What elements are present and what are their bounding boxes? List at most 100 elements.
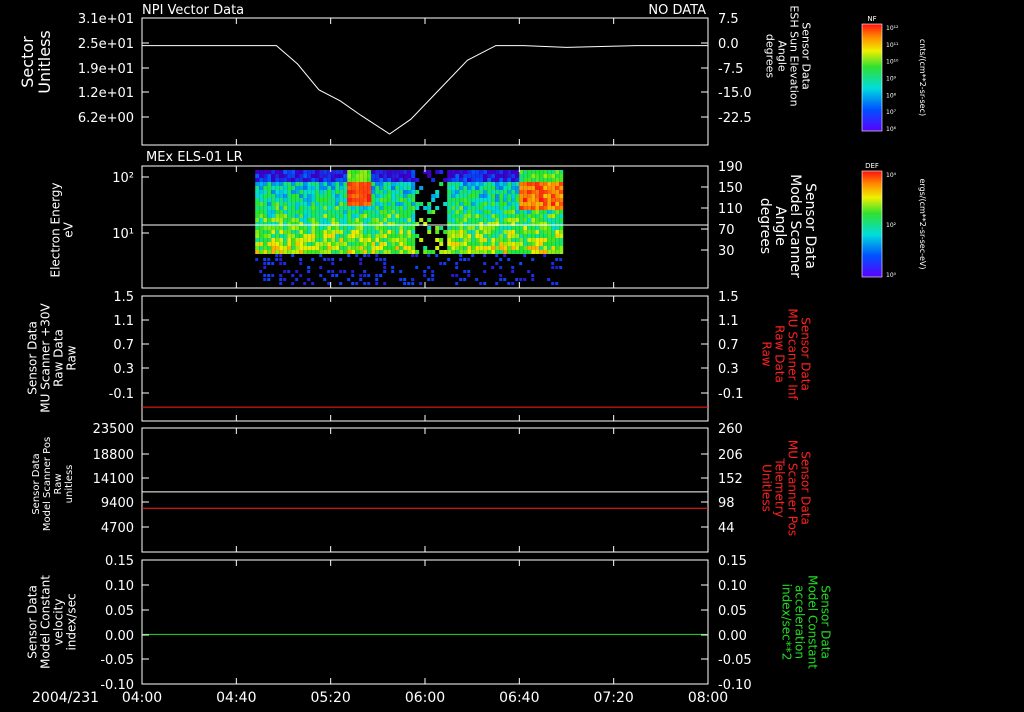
spectrogram-cell bbox=[499, 202, 504, 206]
spectrogram-cell bbox=[371, 242, 376, 246]
spectrogram-cell bbox=[315, 174, 320, 178]
spectrogram-cell bbox=[347, 246, 352, 250]
spectrogram-cell bbox=[527, 246, 532, 250]
spectrogram-cell bbox=[347, 250, 352, 254]
spectrogram-cell bbox=[331, 258, 335, 261]
spectrogram-cell bbox=[299, 194, 304, 198]
spectrogram-cell bbox=[363, 242, 368, 246]
spectrogram-cell bbox=[299, 242, 304, 246]
spectrogram-cell bbox=[399, 174, 404, 178]
spectrogram-cell bbox=[291, 210, 296, 214]
spectrogram-cell bbox=[539, 190, 544, 194]
spectrogram-cell bbox=[467, 206, 472, 210]
spectrogram-cell bbox=[355, 178, 360, 182]
spectrogram-cell bbox=[435, 190, 440, 194]
spectrogram-cell bbox=[547, 198, 552, 202]
spectrogram-cell bbox=[523, 250, 528, 254]
spectrogram-cell bbox=[407, 218, 412, 222]
spectrogram-cell bbox=[395, 238, 400, 242]
right-tick-label: 30 bbox=[718, 244, 735, 259]
spectrogram-cell bbox=[379, 194, 384, 198]
spectrogram-cell bbox=[287, 186, 292, 190]
spectrogram-cell bbox=[275, 202, 280, 206]
spectrogram-cell bbox=[555, 282, 559, 285]
spectrogram-cell bbox=[343, 174, 348, 178]
spectrogram-cell bbox=[487, 230, 492, 234]
spectrogram-cell bbox=[555, 266, 559, 269]
spectrogram-cell bbox=[275, 218, 280, 222]
spectrogram-cell bbox=[483, 186, 488, 190]
spectrogram-cell bbox=[527, 182, 532, 186]
spectrogram-cell bbox=[327, 282, 331, 285]
spectrogram-cell bbox=[323, 202, 328, 206]
spectrogram-cell bbox=[467, 194, 472, 198]
spectrogram-cell bbox=[275, 242, 280, 246]
spectrogram-cell bbox=[431, 198, 436, 202]
spectrogram-cell bbox=[375, 282, 379, 285]
spectrogram-cell bbox=[351, 282, 355, 285]
spectrogram-cell bbox=[495, 182, 500, 186]
spectrogram-cell bbox=[299, 186, 304, 190]
spectrogram-cell bbox=[311, 198, 316, 202]
spectrogram-cell bbox=[295, 198, 300, 202]
spectrogram-cell bbox=[491, 178, 496, 182]
spectrogram-cell bbox=[291, 242, 296, 246]
spectrogram-cell bbox=[319, 254, 323, 257]
spectrogram-cell bbox=[287, 198, 292, 202]
spectrogram-cell bbox=[355, 254, 359, 257]
spectrogram-cell bbox=[443, 230, 448, 234]
spectrogram-cell bbox=[339, 282, 343, 285]
time-tick-label: 08:00 bbox=[688, 690, 728, 706]
spectrogram-cell bbox=[319, 238, 324, 242]
spectrogram-cell bbox=[323, 218, 328, 222]
spectrogram-cell bbox=[519, 262, 523, 265]
spectrogram-cell bbox=[463, 250, 468, 254]
spectrogram-cell bbox=[355, 226, 360, 230]
spectrogram-cell bbox=[315, 202, 320, 206]
spectrogram-cell bbox=[303, 234, 308, 238]
spectrogram-cell bbox=[363, 202, 368, 206]
spectrogram-cell bbox=[311, 242, 316, 246]
right-tick-label: -7.5 bbox=[718, 62, 743, 77]
spectrogram-cell bbox=[487, 190, 492, 194]
spectrogram-cell bbox=[379, 210, 384, 214]
spectrogram-cell bbox=[319, 266, 323, 269]
spectrogram-cell bbox=[403, 202, 408, 206]
spectrogram-cell bbox=[291, 230, 296, 234]
spectrogram-cell bbox=[487, 218, 492, 222]
spectrogram-cell bbox=[259, 234, 264, 238]
spectrogram-cell bbox=[319, 206, 324, 210]
spectrogram-cell bbox=[511, 242, 516, 246]
spectrogram-cell bbox=[387, 230, 392, 234]
spectrogram-cell bbox=[359, 206, 364, 210]
spectrogram-cell bbox=[283, 174, 288, 178]
spectrogram-cell bbox=[267, 210, 272, 214]
spectrogram-cell bbox=[455, 246, 460, 250]
spectrogram-cell bbox=[535, 182, 540, 186]
spectrogram-cell bbox=[259, 230, 264, 234]
spectrogram-cell bbox=[551, 186, 556, 190]
spectrogram-cell bbox=[503, 278, 507, 281]
spectrogram-cell bbox=[275, 194, 280, 198]
spectrogram-cell bbox=[455, 234, 460, 238]
spectrogram-cell bbox=[479, 282, 483, 285]
spectrogram-cell bbox=[375, 170, 380, 174]
spectrogram-cell bbox=[379, 238, 384, 242]
spectrogram-cell bbox=[319, 226, 324, 230]
spectrogram-cell bbox=[331, 170, 336, 174]
spectrogram-cell bbox=[391, 182, 396, 186]
spectrogram-cell bbox=[459, 186, 464, 190]
spectrogram-cell bbox=[291, 238, 296, 242]
spectrogram-cell bbox=[271, 214, 276, 218]
spectrogram-cell bbox=[319, 190, 324, 194]
spectrogram-cell bbox=[351, 210, 356, 214]
spectrogram-cell bbox=[355, 190, 360, 194]
spectrogram-cell bbox=[347, 194, 352, 198]
spectrogram-cell bbox=[299, 182, 304, 186]
spectrogram-cell bbox=[327, 210, 332, 214]
spectrogram-cell bbox=[319, 202, 324, 206]
spectrogram-cell bbox=[379, 174, 384, 178]
spectrogram-cell bbox=[375, 198, 380, 202]
spectrogram-cell bbox=[371, 202, 376, 206]
spectrogram-cell bbox=[319, 178, 324, 182]
